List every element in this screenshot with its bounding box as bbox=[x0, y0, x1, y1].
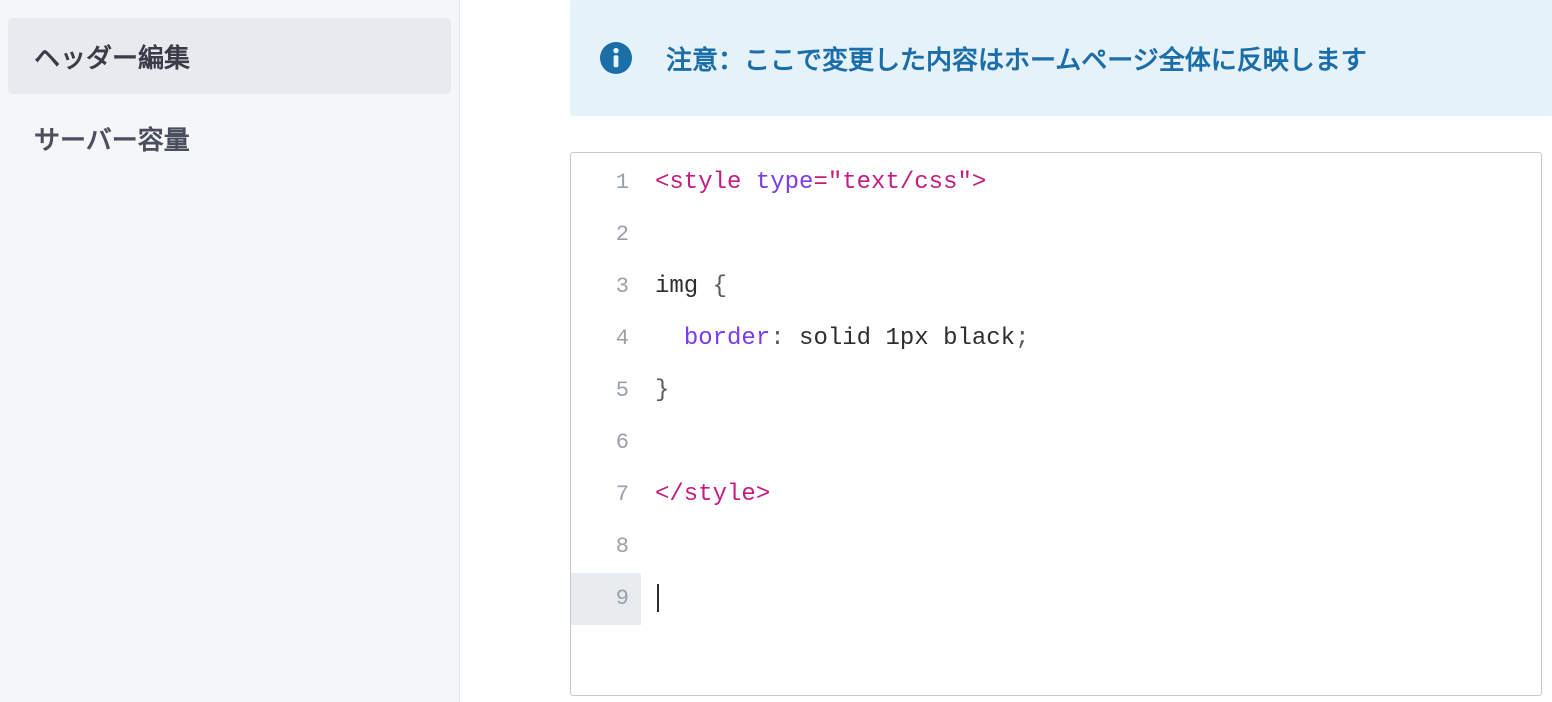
info-circle-icon bbox=[600, 42, 632, 74]
code-editor[interactable]: 1<style type="text/css">2 3img {4 border… bbox=[570, 152, 1542, 696]
sidebar-item-label: ヘッダー編集 bbox=[34, 38, 190, 75]
line-content[interactable]: </style> bbox=[641, 469, 1541, 521]
line-content[interactable] bbox=[641, 521, 1541, 573]
line-number: 6 bbox=[571, 417, 641, 469]
line-content[interactable] bbox=[641, 209, 1541, 261]
sidebar-item-label: サーバー容量 bbox=[34, 120, 190, 157]
editor-cursor bbox=[657, 584, 659, 612]
code-line[interactable]: 7 </style> bbox=[571, 469, 1541, 521]
code-token: </style> bbox=[655, 481, 770, 508]
code-token: > bbox=[972, 169, 986, 196]
info-alert: 注意：ここで変更した内容はホームページ全体に反映します bbox=[570, 0, 1552, 116]
line-number: 4 bbox=[571, 313, 641, 365]
code-line[interactable]: 8 bbox=[571, 521, 1541, 573]
sidebar: ヘッダー編集 サーバー容量 bbox=[0, 0, 460, 702]
line-number: 8 bbox=[571, 521, 641, 573]
code-line[interactable]: 2 bbox=[571, 209, 1541, 261]
line-content[interactable]: } bbox=[641, 365, 1541, 417]
line-content[interactable]: <style type="text/css"> bbox=[641, 157, 1541, 209]
code-token: solid 1px black bbox=[799, 325, 1015, 352]
code-token: { bbox=[713, 273, 727, 300]
code-line[interactable]: 4 border: solid 1px black; bbox=[571, 313, 1541, 365]
code-token: type bbox=[756, 169, 814, 196]
code-token: = bbox=[813, 169, 827, 196]
app-layout: ヘッダー編集 サーバー容量 注意：ここで変更した内容はホームページ全体に反映しま… bbox=[0, 0, 1552, 702]
line-number: 1 bbox=[571, 157, 641, 209]
code-token: } bbox=[655, 377, 669, 404]
main-content: 注意：ここで変更した内容はホームページ全体に反映します 1<style type… bbox=[460, 0, 1552, 702]
sidebar-item-header-edit[interactable]: ヘッダー編集 bbox=[8, 18, 451, 94]
line-number: 5 bbox=[571, 365, 641, 417]
code-token: img bbox=[655, 273, 713, 300]
code-line[interactable]: 3img { bbox=[571, 261, 1541, 313]
code-token bbox=[655, 325, 684, 352]
code-token: : bbox=[770, 325, 799, 352]
code-token: border bbox=[684, 325, 770, 352]
line-number: 9 bbox=[571, 573, 641, 625]
line-number: 2 bbox=[571, 209, 641, 261]
code-line[interactable]: 1<style type="text/css"> bbox=[571, 157, 1541, 209]
line-number: 3 bbox=[571, 261, 641, 313]
code-token: ; bbox=[1015, 325, 1029, 352]
code-area[interactable]: 1<style type="text/css">2 3img {4 border… bbox=[571, 157, 1541, 625]
sidebar-item-server-capacity[interactable]: サーバー容量 bbox=[0, 100, 459, 176]
code-line[interactable]: 5} bbox=[571, 365, 1541, 417]
code-token: <style bbox=[655, 169, 756, 196]
line-content[interactable]: img { bbox=[641, 261, 1541, 313]
line-content[interactable] bbox=[641, 417, 1541, 469]
code-token: "text/css" bbox=[828, 169, 972, 196]
info-alert-text: 注意：ここで変更した内容はホームページ全体に反映します bbox=[666, 40, 1367, 77]
line-content[interactable]: border: solid 1px black; bbox=[641, 313, 1541, 365]
code-line[interactable]: 9 bbox=[571, 573, 1541, 625]
line-content[interactable] bbox=[641, 573, 1541, 625]
line-number: 7 bbox=[571, 469, 641, 521]
code-line[interactable]: 6 bbox=[571, 417, 1541, 469]
